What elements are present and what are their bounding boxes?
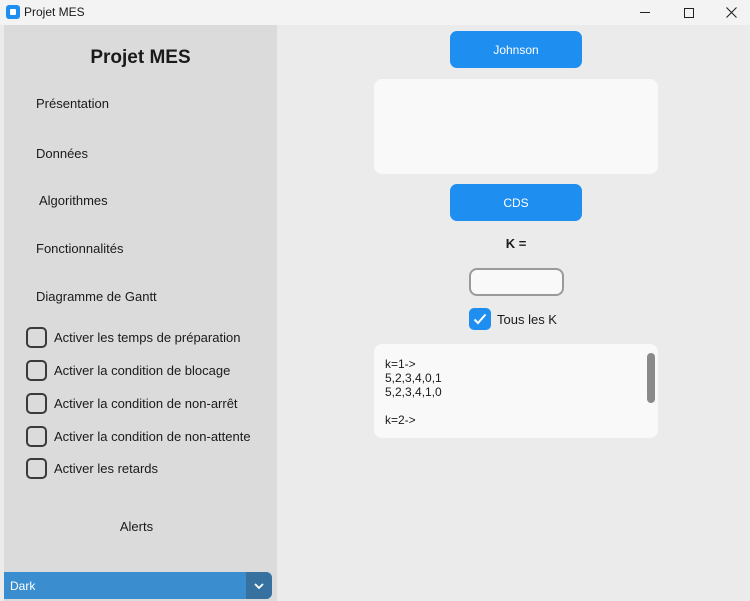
results-scrollbar[interactable] — [647, 353, 655, 403]
close-button[interactable] — [708, 0, 750, 25]
checkbox[interactable] — [26, 392, 47, 414]
theme-select[interactable]: Dark — [4, 572, 272, 599]
minimize-icon — [640, 12, 650, 13]
theme-select-value: Dark — [10, 579, 36, 593]
option-label: Activer la condition de non-arrêt — [54, 395, 238, 411]
alerts-label[interactable]: Alerts — [4, 519, 269, 534]
option-no-wait[interactable]: Activer la condition de non-attente — [26, 425, 251, 447]
all-k-label: Tous les K — [497, 311, 557, 327]
nav-item-algorithmes[interactable]: Algorithmes — [39, 193, 108, 208]
option-setup-times[interactable]: Activer les temps de préparation — [26, 326, 240, 348]
all-k-option[interactable]: Tous les K — [469, 308, 557, 330]
checkbox[interactable] — [26, 425, 47, 447]
option-label: Activer les retards — [54, 460, 159, 476]
nav-item-donnees[interactable]: Données — [36, 146, 88, 161]
nav-item-gantt[interactable]: Diagramme de Gantt — [36, 289, 157, 304]
option-label: Activer la condition de blocage — [54, 362, 231, 378]
all-k-checkbox[interactable] — [469, 308, 491, 330]
checkbox[interactable] — [26, 326, 47, 348]
sidebar-title: Projet MES — [90, 47, 191, 68]
checkbox[interactable] — [26, 457, 47, 479]
nav-item-presentation[interactable]: Présentation — [36, 96, 109, 111]
k-label: K = — [505, 236, 527, 251]
checkmark-icon — [473, 313, 487, 325]
option-label: Activer la condition de non-attente — [54, 428, 251, 444]
app-icon — [6, 5, 20, 19]
minimize-button[interactable] — [622, 0, 668, 25]
option-blocking[interactable]: Activer la condition de blocage — [26, 359, 230, 381]
results-box[interactable]: k=1-> 5,2,3,4,0,1 5,2,3,4,1,0 k=2-> — [374, 344, 658, 438]
cds-button[interactable]: CDS — [450, 184, 582, 221]
maximize-icon — [684, 7, 694, 18]
option-no-idle[interactable]: Activer la condition de non-arrêt — [26, 392, 238, 414]
results-text: k=1-> 5,2,3,4,0,1 5,2,3,4,1,0 k=2-> — [385, 357, 442, 427]
option-label: Activer les temps de préparation — [54, 329, 241, 345]
title-bar: Projet MES — [0, 0, 750, 25]
k-input[interactable] — [469, 268, 564, 296]
johnson-button[interactable]: Johnson — [450, 31, 582, 68]
nav-item-fonctionnalites[interactable]: Fonctionnalités — [36, 241, 123, 256]
option-delays[interactable]: Activer les retards — [26, 457, 158, 479]
chevron-down-icon[interactable] — [246, 572, 272, 599]
johnson-output-box[interactable] — [374, 79, 658, 174]
close-icon — [725, 7, 737, 18]
window-title: Projet MES — [24, 5, 85, 19]
checkbox[interactable] — [26, 359, 47, 381]
sidebar: Projet MES Présentation Données Algorith… — [4, 25, 277, 601]
maximize-button[interactable] — [666, 0, 712, 25]
